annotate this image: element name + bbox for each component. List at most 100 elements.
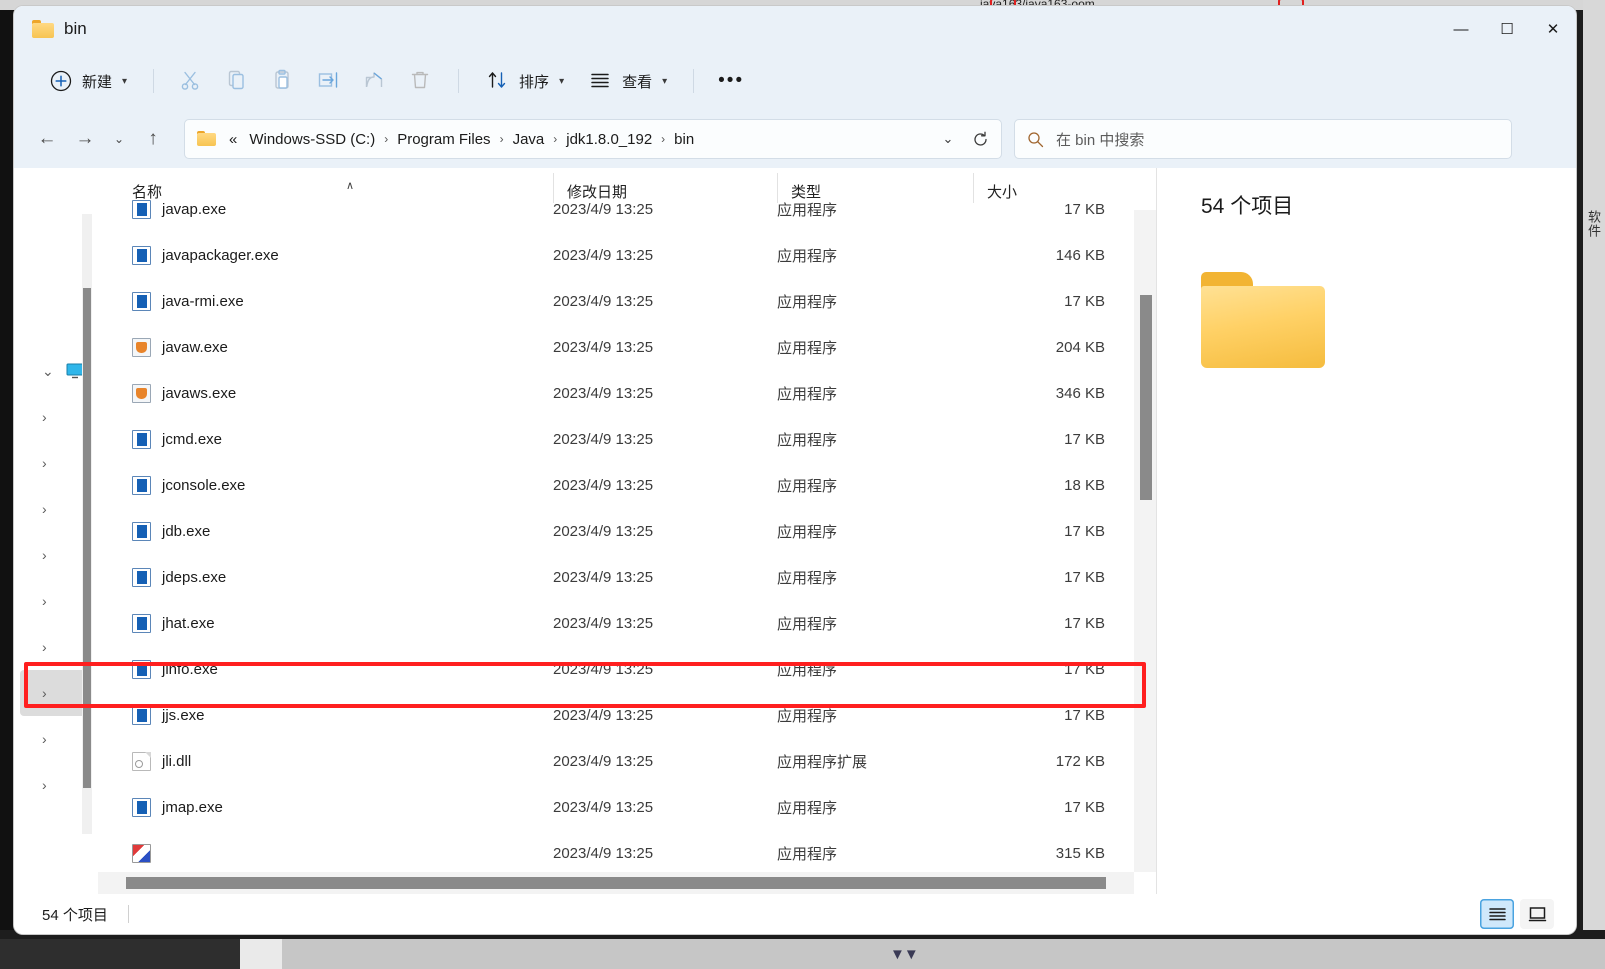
copy-button[interactable]	[214, 62, 260, 100]
view-button[interactable]: 查看 ▾	[576, 62, 679, 100]
breadcrumb-separator[interactable]: ›	[498, 132, 506, 146]
file-name-cell[interactable]: jinfo.exe	[98, 659, 553, 679]
file-list-horizontal-thumb[interactable]	[126, 877, 1106, 889]
file-name-cell[interactable]: jli.dll	[98, 751, 553, 771]
details-view-toggle[interactable]	[1480, 899, 1514, 929]
file-date-cell: 2023/4/9 13:25	[553, 844, 654, 862]
file-type-cell: 应用程序	[777, 523, 838, 541]
breadcrumb-item-drive[interactable]: Windows-SSD (C:)	[244, 128, 380, 151]
chevron-down-icon[interactable]: ⌄	[42, 363, 54, 380]
table-row[interactable]: javaws.exe 2023/4/9 13:25 应用程序 346 KB	[98, 370, 1156, 416]
recent-locations-button[interactable]: ⌄	[104, 120, 134, 158]
file-name-cell[interactable]: javapackager.exe	[98, 245, 553, 265]
chevron-right-icon[interactable]: ›	[42, 685, 47, 701]
chevron-right-icon[interactable]: ›	[42, 409, 47, 425]
table-row[interactable]: jli.dll 2023/4/9 13:25 应用程序扩展 172 KB	[98, 738, 1156, 784]
file-name-label: javap.exe	[162, 200, 227, 218]
table-row[interactable]: jdeps.exe 2023/4/9 13:25 应用程序 17 KB	[98, 554, 1156, 600]
table-row[interactable]: jinfo.exe 2023/4/9 13:25 应用程序 17 KB	[98, 646, 1156, 692]
close-button[interactable]: ✕	[1530, 6, 1576, 52]
nav-pane-scroll-thumb[interactable]	[83, 288, 91, 788]
chevron-right-icon[interactable]: ›	[42, 455, 47, 471]
paste-button[interactable]	[260, 62, 306, 100]
file-type-cell: 应用程序	[777, 615, 838, 633]
breadcrumb-item-program-files[interactable]: Program Files	[392, 128, 495, 151]
file-name-cell[interactable]: jhat.exe	[98, 613, 553, 633]
file-name-cell[interactable]: jjs.exe	[98, 705, 553, 725]
breadcrumb-separator[interactable]: ›	[382, 132, 390, 146]
chevron-right-icon[interactable]: ›	[42, 639, 47, 655]
address-bar: ← → ⌄ ↑ « Windows-SSD (C:) › Program Fil…	[14, 110, 1576, 168]
file-name-cell[interactable]: javaws.exe	[98, 383, 553, 403]
table-row[interactable]: jjs.exe 2023/4/9 13:25 应用程序 17 KB	[98, 692, 1156, 738]
file-name-cell[interactable]: javap.exe	[98, 199, 553, 219]
chevron-right-icon[interactable]: ›	[42, 593, 47, 609]
table-row[interactable]: jcmd.exe 2023/4/9 13:25 应用程序 17 KB	[98, 416, 1156, 462]
more-options-button[interactable]: •••	[708, 62, 754, 100]
rename-button[interactable]	[306, 62, 352, 100]
chevron-right-icon[interactable]: ›	[42, 501, 47, 517]
file-name-label: jdb.exe	[162, 522, 211, 540]
status-divider	[127, 905, 129, 923]
file-type-cell: 应用程序	[777, 293, 838, 311]
table-row[interactable]: jhat.exe 2023/4/9 13:25 应用程序 17 KB	[98, 600, 1156, 646]
table-row[interactable]: jdb.exe 2023/4/9 13:25 应用程序 17 KB	[98, 508, 1156, 554]
file-date-cell: 2023/4/9 13:25	[553, 660, 654, 678]
folder-icon	[32, 20, 54, 38]
file-name-cell[interactable]	[98, 843, 553, 863]
up-button[interactable]: ↑	[134, 120, 172, 158]
file-date-cell: 2023/4/9 13:25	[553, 430, 654, 448]
delete-button[interactable]	[398, 62, 444, 100]
table-row[interactable]: 2023/4/9 13:25 应用程序 315 KB	[98, 830, 1156, 876]
breadcrumb-item-jdk[interactable]: jdk1.8.0_192	[561, 128, 657, 151]
file-type-cell: 应用程序	[777, 569, 838, 587]
file-size-cell: 17 KB	[1064, 430, 1105, 448]
new-button[interactable]: 新建 ▾	[36, 62, 139, 100]
file-name-cell[interactable]: jcmd.exe	[98, 429, 553, 449]
file-name-cell[interactable]: javaw.exe	[98, 337, 553, 357]
breadcrumb-separator[interactable]: ›	[551, 132, 559, 146]
breadcrumb-separator[interactable]: ›	[659, 132, 667, 146]
share-button[interactable]	[352, 62, 398, 100]
file-name-cell[interactable]: jdb.exe	[98, 521, 553, 541]
view-toggle-group	[1480, 899, 1554, 929]
chevron-right-icon[interactable]: ›	[42, 731, 47, 747]
file-list-vertical-scrollbar[interactable]	[1134, 210, 1156, 872]
minimize-button[interactable]: —	[1438, 6, 1484, 52]
address-field[interactable]: « Windows-SSD (C:) › Program Files › Jav…	[184, 119, 1002, 159]
back-button[interactable]: ←	[28, 120, 66, 158]
forward-button[interactable]: →	[66, 120, 104, 158]
file-list-vertical-thumb[interactable]	[1140, 295, 1152, 500]
breadcrumb-item-bin[interactable]: bin	[669, 128, 699, 151]
breadcrumb-item-java[interactable]: Java	[508, 128, 550, 151]
breadcrumb-overflow[interactable]: «	[224, 128, 242, 151]
sort-button[interactable]: 排序 ▾	[473, 62, 576, 100]
chevron-right-icon[interactable]: ›	[42, 777, 47, 793]
maximize-button[interactable]: ☐	[1484, 6, 1530, 52]
preview-pane-toggle[interactable]	[1520, 899, 1554, 929]
toolbar-divider-2	[458, 69, 460, 93]
file-name-cell[interactable]: jmap.exe	[98, 797, 553, 817]
table-row[interactable]: java-rmi.exe 2023/4/9 13:25 应用程序 17 KB	[98, 278, 1156, 324]
table-row[interactable]: javaw.exe 2023/4/9 13:25 应用程序 204 KB	[98, 324, 1156, 370]
address-dropdown-button[interactable]: ⌄	[933, 124, 963, 154]
file-list: ∧ 名称 修改日期 类型 大小 javap.exe 2023/4/9 13:25…	[98, 168, 1156, 894]
chevron-right-icon[interactable]: ›	[42, 547, 47, 563]
table-row[interactable]: jconsole.exe 2023/4/9 13:25 应用程序 18 KB	[98, 462, 1156, 508]
file-name-cell[interactable]: jconsole.exe	[98, 475, 553, 495]
file-list-horizontal-scrollbar[interactable]	[98, 872, 1134, 894]
file-explorer-window: bin — ☐ ✕ 新建 ▾ 排序 ▾ 查看 ▾ ••• ← → ⌄ ↑ « W…	[14, 6, 1576, 934]
refresh-button[interactable]	[965, 124, 995, 154]
file-date-cell: 2023/4/9 13:25	[553, 384, 654, 402]
file-name-cell[interactable]: jdeps.exe	[98, 567, 553, 587]
search-box[interactable]: 在 bin 中搜索	[1014, 119, 1512, 159]
table-row[interactable]: javap.exe 2023/4/9 13:25 应用程序 17 KB	[98, 186, 1156, 232]
file-name-label: jmap.exe	[162, 798, 223, 816]
cut-button[interactable]	[168, 62, 214, 100]
file-name-cell[interactable]: java-rmi.exe	[98, 291, 553, 311]
table-row[interactable]: jmap.exe 2023/4/9 13:25 应用程序 17 KB	[98, 784, 1156, 830]
search-input[interactable]: 在 bin 中搜索	[1056, 129, 1144, 150]
file-size-cell: 172 KB	[1055, 752, 1105, 770]
table-row[interactable]: javapackager.exe 2023/4/9 13:25 应用程序 146 KB	[98, 232, 1156, 278]
file-size-cell: 146 KB	[1055, 246, 1105, 264]
